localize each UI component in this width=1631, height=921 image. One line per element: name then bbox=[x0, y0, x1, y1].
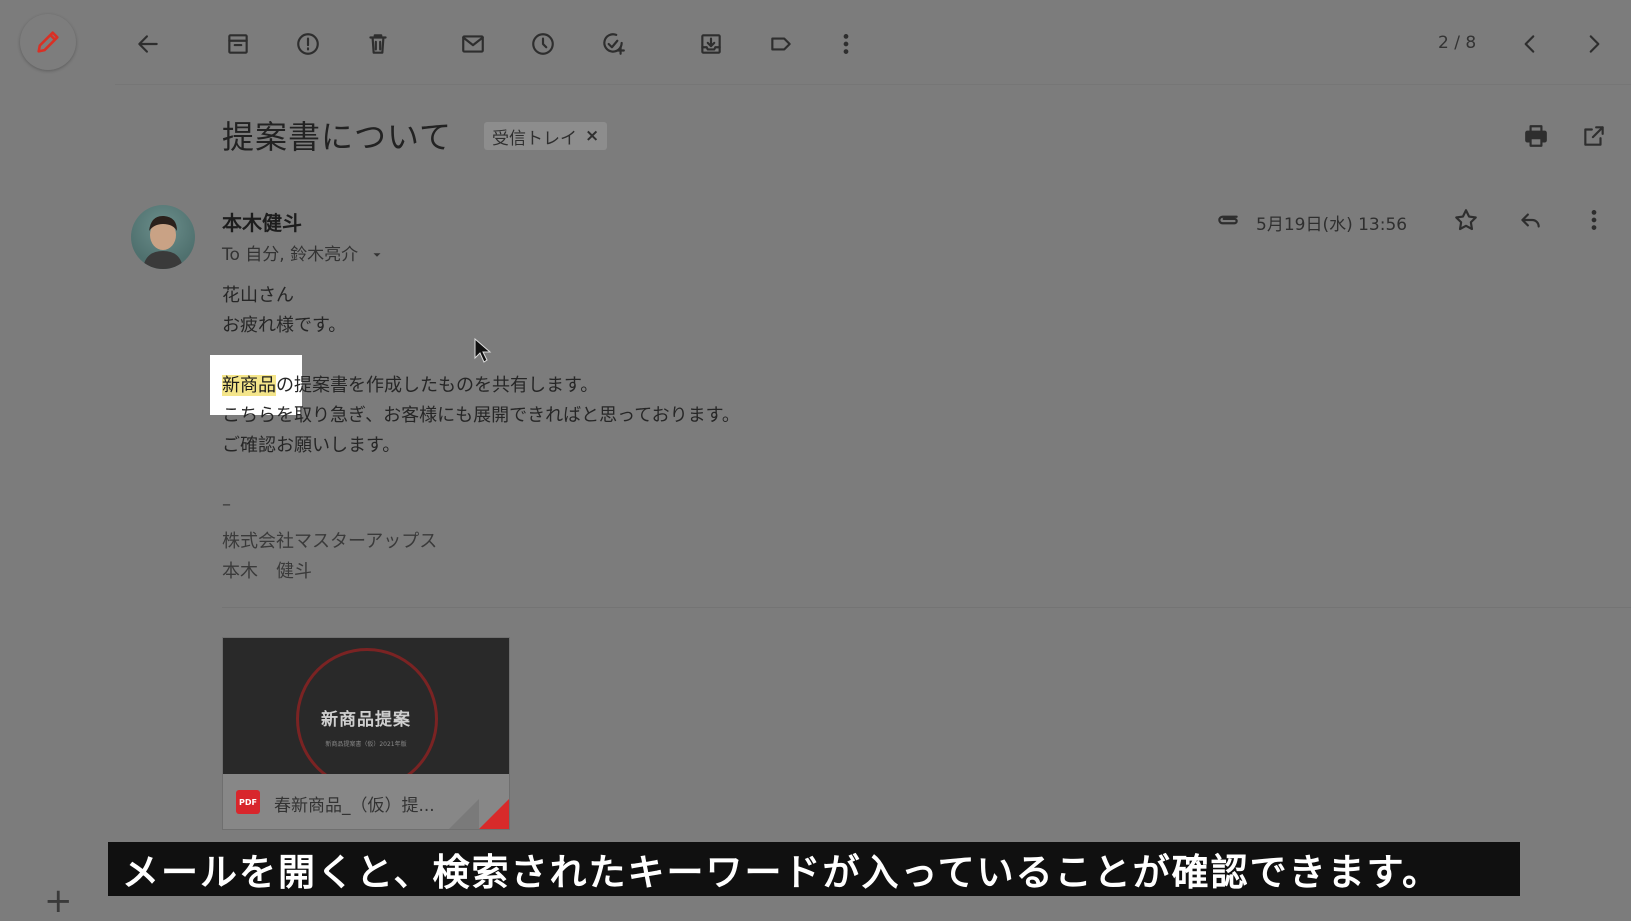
sender-name: 本木健斗 bbox=[222, 211, 302, 235]
reply-icon bbox=[1521, 213, 1540, 228]
chevron-right-icon bbox=[1589, 35, 1600, 53]
video-subtitle: メールを開くと、検索されたキーワードが入っていることが確認できます。 bbox=[108, 842, 1520, 896]
snooze-button[interactable] bbox=[523, 24, 563, 64]
email-date: 5月19日(水) 13:56 bbox=[1256, 215, 1408, 235]
label-button[interactable] bbox=[761, 24, 801, 64]
add-task-button[interactable] bbox=[593, 24, 633, 64]
body-line: こちらを取り急ぎ、お客様にも展開できればと思っております。 bbox=[222, 405, 740, 426]
thumbnail-title: 新商品提案 bbox=[321, 710, 411, 730]
print-button[interactable] bbox=[1516, 116, 1556, 156]
body-line-text: の提案書を作成したものを共有します。 bbox=[276, 375, 599, 396]
label-chip-text: 受信トレイ bbox=[492, 128, 577, 149]
newer-button[interactable] bbox=[1510, 24, 1550, 64]
body-greeting: 花山さん bbox=[222, 285, 294, 306]
inbox-label-chip: 受信トレイ × bbox=[484, 122, 608, 150]
open-new-window-button[interactable] bbox=[1574, 116, 1614, 156]
report-spam-button[interactable] bbox=[288, 24, 328, 64]
toolbar-divider bbox=[115, 84, 1631, 85]
move-to-button[interactable] bbox=[691, 24, 731, 64]
body-line: お疲れ様です。 bbox=[222, 315, 347, 336]
attachment-indicator bbox=[1208, 200, 1248, 240]
signature-company: 株式会社マスターアップス bbox=[222, 531, 438, 552]
add-icon[interactable]: + bbox=[44, 884, 73, 918]
paperclip-icon bbox=[1218, 215, 1238, 225]
older-button[interactable] bbox=[1574, 24, 1614, 64]
add-task-icon bbox=[603, 33, 625, 55]
mail-icon bbox=[462, 35, 484, 53]
pager-count: 2 / 8 bbox=[1438, 33, 1477, 53]
reply-button[interactable] bbox=[1510, 200, 1550, 240]
more-vert-icon bbox=[843, 34, 849, 54]
report-spam-icon bbox=[297, 33, 319, 55]
star-icon bbox=[1455, 209, 1477, 231]
archive-button[interactable] bbox=[218, 24, 258, 64]
body-line: ご確認お願いします。 bbox=[222, 435, 401, 456]
caret-down-icon bbox=[373, 253, 381, 257]
pdf-icon: PDF bbox=[236, 790, 260, 814]
remove-label-icon[interactable]: × bbox=[585, 126, 599, 146]
message-more-button[interactable] bbox=[1574, 200, 1614, 240]
attachment-thumbnail: 新商品提案 新商品提案書（仮）2021年版 bbox=[223, 638, 509, 774]
signature-separator: – bbox=[222, 494, 231, 515]
thumbnail-subtitle: 新商品提案書（仮）2021年版 bbox=[325, 741, 407, 748]
arrow-left-icon bbox=[138, 35, 158, 53]
more-button[interactable] bbox=[826, 24, 866, 64]
delete-button[interactable] bbox=[358, 24, 398, 64]
attachment-card[interactable]: 新商品提案 新商品提案書（仮）2021年版 PDF 春新商品_（仮）提... bbox=[223, 638, 509, 829]
open-in-new-icon bbox=[1584, 126, 1604, 146]
label-icon bbox=[771, 37, 791, 51]
page-curl-shadow bbox=[449, 799, 479, 829]
recipients-text: To 自分, 鈴木亮介 bbox=[222, 245, 359, 265]
print-icon bbox=[1525, 125, 1547, 147]
body-line: 新商品の提案書を作成したものを共有します。 bbox=[222, 371, 598, 401]
move-to-inbox-icon bbox=[701, 34, 721, 54]
sender-avatar[interactable] bbox=[131, 205, 195, 269]
person-photo bbox=[143, 215, 183, 269]
archive-icon bbox=[228, 34, 248, 54]
mouse-cursor-icon bbox=[474, 338, 492, 363]
more-vert-icon bbox=[1591, 210, 1597, 230]
search-keyword-highlight: 新商品 bbox=[222, 375, 276, 396]
star-button[interactable] bbox=[1446, 200, 1486, 240]
attachments-divider bbox=[222, 607, 1631, 608]
mark-unread-button[interactable] bbox=[453, 24, 493, 64]
pencil-icon bbox=[37, 31, 59, 53]
pdf-corner-fold bbox=[479, 799, 509, 829]
trash-icon bbox=[369, 34, 387, 54]
email-subject: 提案書について bbox=[222, 118, 453, 156]
clock-icon bbox=[532, 33, 554, 55]
back-button[interactable] bbox=[128, 24, 168, 64]
chevron-left-icon bbox=[1524, 35, 1535, 53]
attachment-filename: 春新商品_（仮）提... bbox=[274, 796, 435, 816]
recipients-line[interactable]: To 自分, 鈴木亮介 bbox=[222, 240, 384, 265]
compose-button[interactable] bbox=[20, 14, 76, 70]
signature-name: 本木 健斗 bbox=[222, 561, 312, 582]
